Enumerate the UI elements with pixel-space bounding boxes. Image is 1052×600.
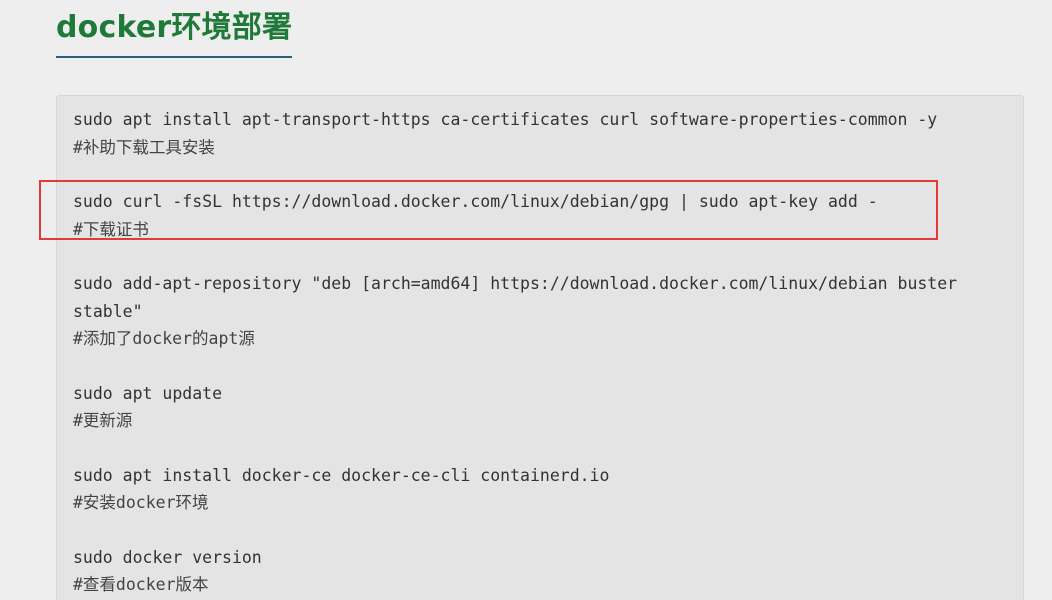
code-block: sudo apt install apt-transport-https ca-… <box>56 95 1024 600</box>
command-comment: #查看docker版本 <box>73 575 209 594</box>
command-block: sudo apt update #更新源 <box>73 380 1013 435</box>
command-comment: #添加了docker的apt源 <box>73 329 255 348</box>
command-line: sudo add-apt-repository "deb [arch=amd64… <box>73 274 968 321</box>
command-line: sudo apt install apt-transport-https ca-… <box>73 110 938 129</box>
command-block: sudo docker version #查看docker版本 <box>73 544 1013 599</box>
command-line: sudo docker version <box>73 547 262 567</box>
command-block: sudo apt install apt-transport-https ca-… <box>73 106 1013 161</box>
heading-container: docker环境部署 <box>56 8 293 58</box>
command-comment: #补助下载工具安装 <box>73 137 215 157</box>
page-title: docker环境部署 <box>56 10 293 45</box>
command-comment: #下载证书 <box>73 219 149 239</box>
command-block: sudo curl -fsSL https://download.docker.… <box>73 188 1013 243</box>
command-line: sudo apt update <box>73 383 223 403</box>
command-block: sudo apt install docker-ce docker-ce-cli… <box>73 462 1013 517</box>
code-lines: sudo apt install apt-transport-https ca-… <box>73 106 1013 600</box>
command-comment: #安装docker环境 <box>73 493 209 512</box>
command-comment: #更新源 <box>73 411 133 430</box>
command-block: sudo add-apt-repository "deb [arch=amd64… <box>73 270 1013 353</box>
command-line: sudo apt install docker-ce docker-ce-cli… <box>73 465 610 485</box>
command-line: sudo curl -fsSL https://download.docker.… <box>73 192 878 211</box>
